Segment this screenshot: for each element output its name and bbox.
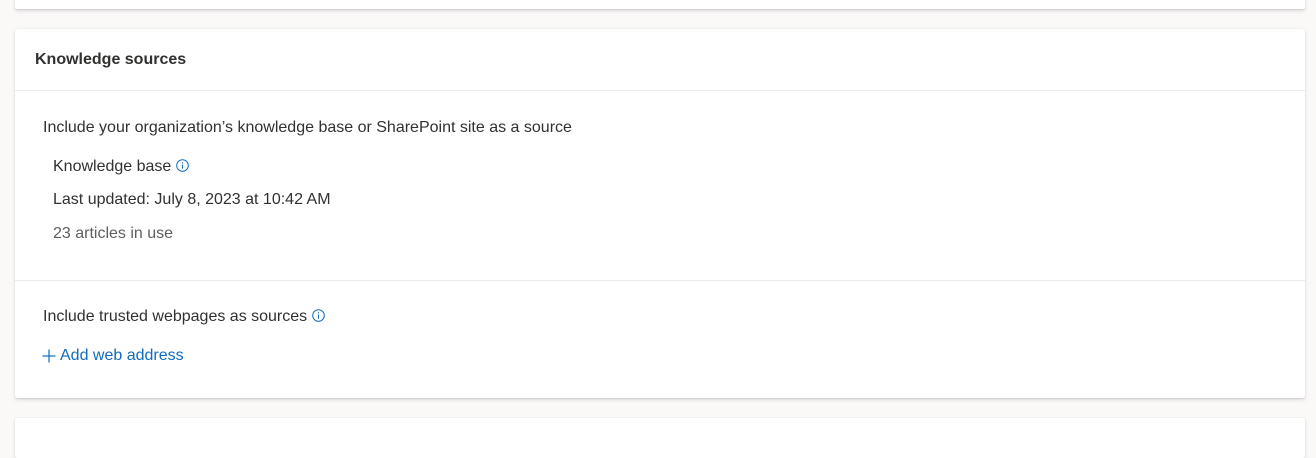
articles-count-text: 23 articles in use	[53, 225, 174, 242]
info-icon[interactable]	[312, 308, 325, 322]
last-updated-text: Last updated: July 8, 2023 at 10:42 AM	[53, 191, 331, 208]
add-web-address-button[interactable]: Add web address	[42, 347, 184, 365]
knowledge-base-section: Include your organization’s knowledge ba…	[15, 91, 1305, 281]
card-header: Knowledge sources	[15, 29, 1305, 91]
web-sources-section: Include trusted webpages as sources Add …	[15, 281, 1305, 397]
web-sources-description: Include trusted webpages as sources	[43, 308, 308, 325]
knowledge-base-description: Include your organization’s knowledge ba…	[43, 119, 572, 136]
knowledge-base-label: Knowledge base	[53, 158, 172, 175]
card-title: Knowledge sources	[35, 50, 187, 68]
previous-card	[15, 0, 1305, 9]
knowledge-base-label-row: Knowledge base	[53, 158, 190, 176]
plus-icon	[42, 349, 56, 363]
next-card	[15, 418, 1305, 458]
knowledge-sources-card: Knowledge sources Include your organizat…	[15, 29, 1305, 398]
info-icon[interactable]	[176, 158, 190, 172]
web-sources-description-row: Include trusted webpages as sources	[43, 308, 325, 326]
add-web-address-label: Add web address	[60, 347, 184, 364]
